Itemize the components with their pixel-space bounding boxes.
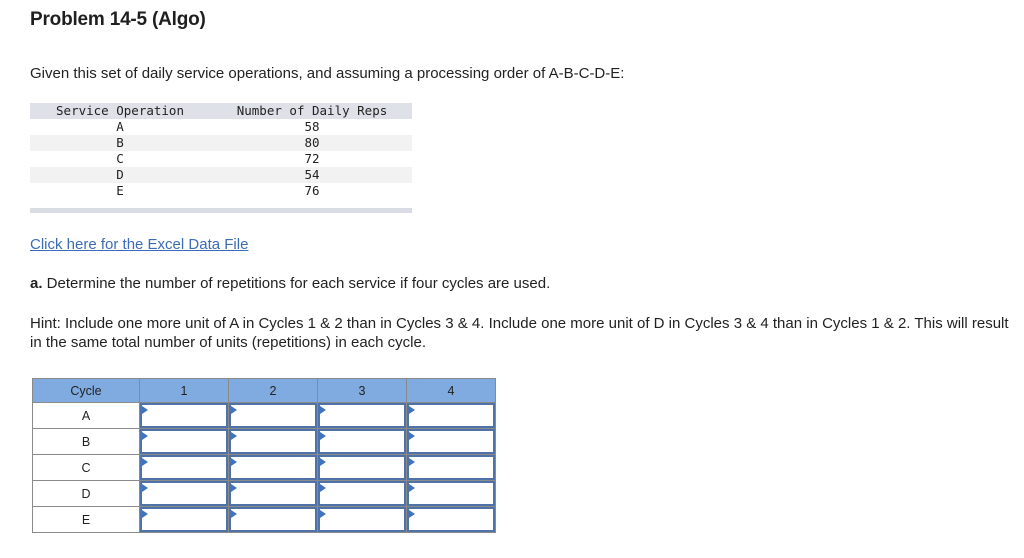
data-table-row: B 80 [30, 135, 412, 151]
reps-cell: 58 [304, 119, 320, 134]
question-text: Determine the number of repetitions for … [42, 275, 551, 292]
row-label: A [32, 402, 140, 429]
answer-input-c-3[interactable] [320, 457, 404, 478]
answer-input-e-2[interactable] [231, 509, 315, 530]
operation-cell: C [116, 151, 124, 166]
data-table-row: D 54 [30, 167, 412, 183]
operation-cell: A [116, 119, 124, 134]
answer-input-e-3[interactable] [320, 509, 404, 530]
header-service-operation: Service Operation [56, 103, 184, 118]
reps-cell: 76 [304, 183, 320, 198]
header-cycle-1: 1 [139, 378, 229, 403]
answer-input-b-2[interactable] [231, 431, 315, 452]
operation-cell: B [116, 135, 124, 150]
answer-grid-header-row: Cycle 1 2 3 4 [32, 378, 496, 403]
answer-input-b-1[interactable] [142, 431, 226, 452]
answer-input-c-2[interactable] [231, 457, 315, 478]
answer-input-d-1[interactable] [142, 483, 226, 504]
answer-input-e-1[interactable] [142, 509, 226, 530]
header-cycle-3: 3 [317, 378, 407, 403]
operation-cell: D [116, 167, 124, 182]
answer-input-d-3[interactable] [320, 483, 404, 504]
operation-cell: E [116, 183, 124, 198]
reps-cell: 80 [304, 135, 320, 150]
answer-row-d: D [32, 480, 496, 507]
header-cycle-4: 4 [406, 378, 496, 403]
answer-input-c-1[interactable] [142, 457, 226, 478]
answer-row-a: A [32, 402, 496, 429]
reps-cell: 54 [304, 167, 320, 182]
row-label: E [32, 506, 140, 533]
row-label: D [32, 480, 140, 507]
answer-row-b: B [32, 428, 496, 455]
answer-input-b-4[interactable] [409, 431, 493, 452]
answer-input-a-4[interactable] [409, 405, 493, 426]
answer-grid: Cycle 1 2 3 4 A B C D E [32, 378, 496, 533]
data-table-footer-bar [30, 208, 412, 213]
hint-text: Hint: Include one more unit of A in Cycl… [30, 315, 1009, 351]
service-operations-table: Service Operation Number of Daily Reps A… [30, 103, 412, 213]
problem-title: Problem 14-5 (Algo) [30, 9, 206, 30]
answer-input-a-2[interactable] [231, 405, 315, 426]
problem-intro: Given this set of daily service operatio… [30, 65, 625, 82]
answer-input-d-2[interactable] [231, 483, 315, 504]
data-table-row: A 58 [30, 119, 412, 135]
header-cycle-2: 2 [228, 378, 318, 403]
header-cycle: Cycle [32, 378, 140, 403]
data-table-row: C 72 [30, 151, 412, 167]
question-a: a. Determine the number of repetitions f… [30, 275, 550, 292]
question-prefix: a. [30, 275, 43, 292]
excel-data-file-link[interactable]: Click here for the Excel Data File [30, 236, 248, 253]
answer-input-a-1[interactable] [142, 405, 226, 426]
reps-cell: 72 [304, 151, 320, 166]
row-label: B [32, 428, 140, 455]
header-daily-reps: Number of Daily Reps [236, 103, 388, 118]
answer-input-b-3[interactable] [320, 431, 404, 452]
answer-row-e: E [32, 506, 496, 533]
answer-input-a-3[interactable] [320, 405, 404, 426]
answer-row-c: C [32, 454, 496, 481]
answer-input-c-4[interactable] [409, 457, 493, 478]
data-table-header: Service Operation Number of Daily Reps [30, 103, 412, 119]
answer-input-e-4[interactable] [409, 509, 493, 530]
answer-input-d-4[interactable] [409, 483, 493, 504]
row-label: C [32, 454, 140, 481]
data-table-row: E 76 [30, 183, 412, 199]
